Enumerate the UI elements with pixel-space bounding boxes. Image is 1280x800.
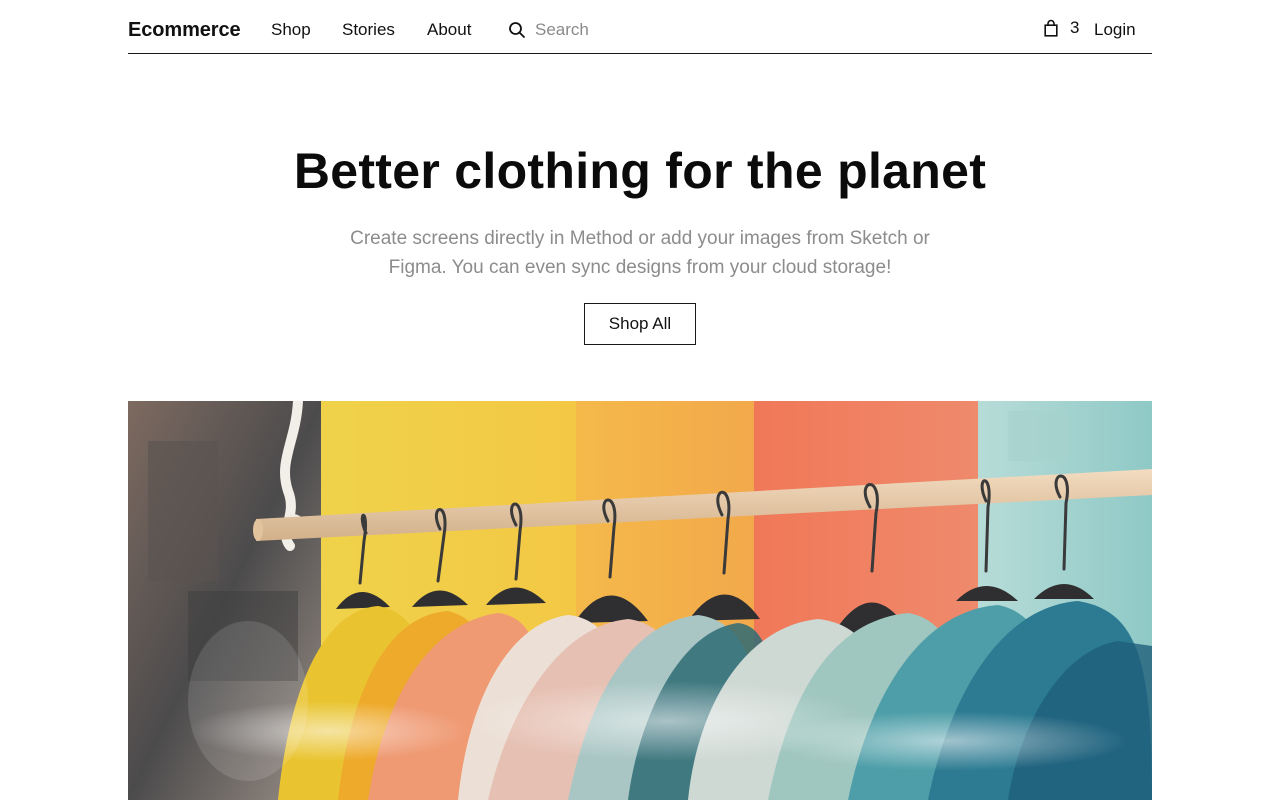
nav-link-shop[interactable]: Shop <box>271 20 311 40</box>
shop-all-button[interactable]: Shop All <box>584 303 696 345</box>
shopping-bag-icon <box>1044 19 1058 37</box>
search-input[interactable] <box>535 20 655 40</box>
search-bar <box>508 17 668 43</box>
brand-logo[interactable]: Ecommerce <box>128 19 241 42</box>
cart-button[interactable]: 3 <box>1044 18 1079 38</box>
hero-subtitle: Create screens directly in Method or add… <box>350 228 930 278</box>
hero-title: Better clothing for the planet <box>293 143 987 199</box>
login-link[interactable]: Login <box>1094 20 1136 40</box>
top-navigation: Ecommerce Shop Stories About 3 Login <box>128 0 1152 54</box>
cart-count: 3 <box>1070 18 1080 37</box>
nav-link-about[interactable]: About <box>427 20 471 40</box>
clothing-rack-photo <box>128 401 1152 800</box>
hero-image-clothing-rack <box>128 401 1152 800</box>
search-icon[interactable] <box>508 21 526 39</box>
nav-link-stories[interactable]: Stories <box>342 20 395 40</box>
